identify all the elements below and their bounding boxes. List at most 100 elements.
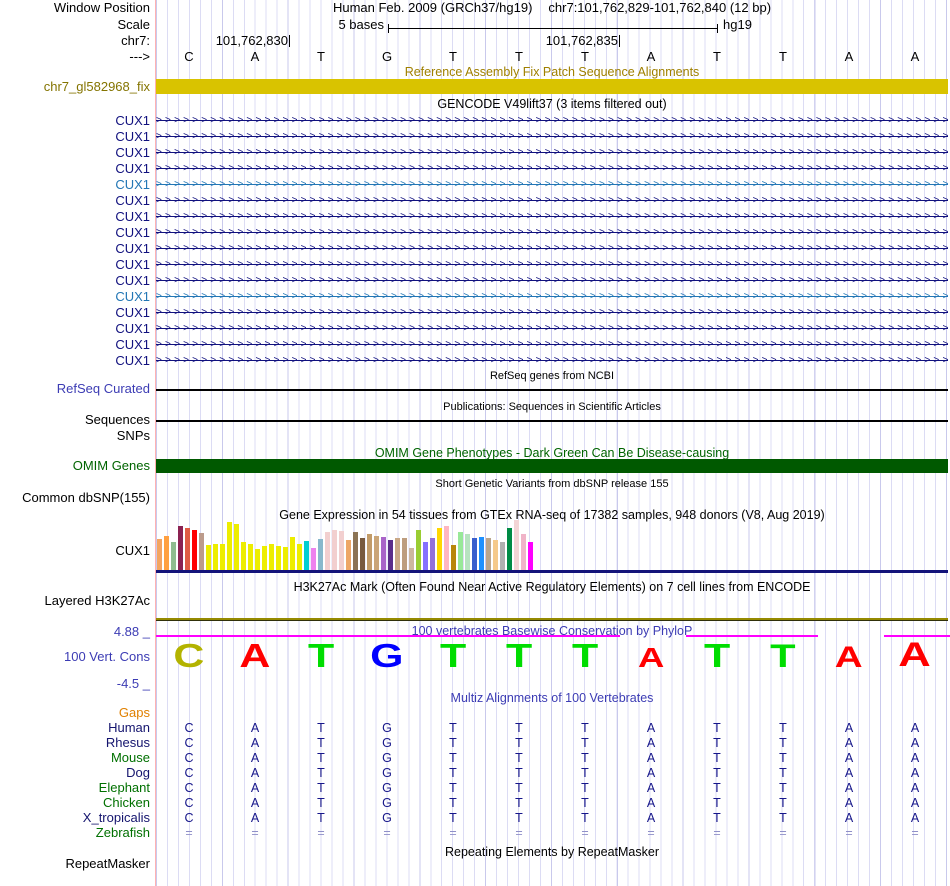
gtex-expression-bar[interactable] [171,542,176,570]
gencode-gene-label[interactable]: CUX1 [0,242,150,256]
gtex-expression-bar[interactable] [423,542,428,570]
gtex-expression-bar[interactable] [339,531,344,570]
omim-gene-bar[interactable] [156,459,948,473]
gtex-gene-label[interactable]: CUX1 [0,544,150,558]
gtex-expression-bar[interactable] [479,537,484,570]
multiz-species-label[interactable]: Dog [0,766,150,780]
gencode-transcript-row[interactable]: >>>>>>>>>>>>>>>>>>>>>>>>>>>>>>>>>>>>>>>>… [156,146,948,159]
gtex-expression-bar[interactable] [290,537,295,570]
gtex-expression-bar[interactable] [528,542,533,570]
gencode-gene-label[interactable]: CUX1 [0,354,150,368]
multiz-species-label[interactable]: Chicken [0,796,150,810]
gtex-expression-bar[interactable] [367,534,372,570]
gtex-expression-bar[interactable] [353,532,358,570]
multiz-species-label[interactable]: Mouse [0,751,150,765]
gtex-expression-bar[interactable] [213,544,218,570]
gtex-expression-bar[interactable] [381,537,386,570]
gtex-expression-bar[interactable] [437,528,442,570]
gtex-expression-bar[interactable] [360,538,365,570]
gtex-expression-bar[interactable] [402,538,407,570]
gencode-transcript-row[interactable]: >>>>>>>>>>>>>>>>>>>>>>>>>>>>>>>>>>>>>>>>… [156,354,948,367]
gtex-expression-bar[interactable] [255,549,260,570]
gtex-expression-bar[interactable] [199,533,204,570]
fix-patch-alignment-bar[interactable] [156,79,948,94]
gtex-expression-bar[interactable] [206,545,211,570]
publications-sequence-line[interactable] [156,420,948,422]
snps-track-label[interactable]: SNPs [0,429,150,443]
gencode-transcript-row[interactable]: >>>>>>>>>>>>>>>>>>>>>>>>>>>>>>>>>>>>>>>>… [156,178,948,191]
gtex-expression-bar[interactable] [465,534,470,570]
gtex-expression-bar[interactable] [507,528,512,570]
gtex-expression-bar[interactable] [227,522,232,570]
gtex-expression-bar[interactable] [409,548,414,570]
gtex-expression-bar[interactable] [192,530,197,570]
gencode-transcript-row[interactable]: >>>>>>>>>>>>>>>>>>>>>>>>>>>>>>>>>>>>>>>>… [156,322,948,335]
gtex-expression-bar[interactable] [472,538,477,570]
gencode-transcript-row[interactable]: >>>>>>>>>>>>>>>>>>>>>>>>>>>>>>>>>>>>>>>>… [156,290,948,303]
multiz-species-label[interactable]: Rhesus [0,736,150,750]
gtex-expression-bar[interactable] [444,526,449,570]
gtex-expression-bar[interactable] [157,539,162,570]
h3k27ac-track-label[interactable]: Layered H3K27Ac [0,594,150,608]
gencode-gene-label[interactable]: CUX1 [0,210,150,224]
multiz-species-label[interactable]: Zebrafish [0,826,150,840]
gtex-expression-bar[interactable] [185,528,190,570]
phylop-track-label[interactable]: 100 Vert. Cons [0,650,150,664]
gtex-expression-bar[interactable] [332,530,337,570]
gencode-gene-label[interactable]: CUX1 [0,162,150,176]
gtex-expression-bar[interactable] [493,540,498,570]
gencode-transcript-row[interactable]: >>>>>>>>>>>>>>>>>>>>>>>>>>>>>>>>>>>>>>>>… [156,338,948,351]
gtex-expression-bar[interactable] [178,526,183,570]
omim-track-label[interactable]: OMIM Genes [0,459,150,473]
gtex-expression-bar[interactable] [514,520,519,570]
fix-patch-track-label[interactable]: chr7_gl582968_fix [0,80,150,94]
gencode-gene-label[interactable]: CUX1 [0,130,150,144]
gtex-expression-bar[interactable] [388,540,393,570]
gencode-transcript-row[interactable]: >>>>>>>>>>>>>>>>>>>>>>>>>>>>>>>>>>>>>>>>… [156,258,948,271]
gtex-expression-bar[interactable] [458,532,463,570]
gencode-transcript-row[interactable]: >>>>>>>>>>>>>>>>>>>>>>>>>>>>>>>>>>>>>>>>… [156,194,948,207]
gtex-expression-bar[interactable] [304,541,309,570]
gtex-expression-bar[interactable] [416,530,421,570]
gtex-expression-bar[interactable] [451,545,456,570]
gencode-gene-label[interactable]: CUX1 [0,194,150,208]
gencode-gene-label[interactable]: CUX1 [0,338,150,352]
gencode-transcript-row[interactable]: >>>>>>>>>>>>>>>>>>>>>>>>>>>>>>>>>>>>>>>>… [156,242,948,255]
gtex-expression-bar[interactable] [241,542,246,570]
gtex-expression-bar[interactable] [430,538,435,570]
gencode-gene-label[interactable]: CUX1 [0,146,150,160]
gtex-expression-bar[interactable] [234,524,239,570]
gencode-transcript-row[interactable]: >>>>>>>>>>>>>>>>>>>>>>>>>>>>>>>>>>>>>>>>… [156,306,948,319]
gencode-gene-label[interactable]: CUX1 [0,306,150,320]
gencode-gene-label[interactable]: CUX1 [0,226,150,240]
gtex-expression-bar[interactable] [325,532,330,570]
multiz-species-label[interactable]: X_tropicalis [0,811,150,825]
gtex-expression-bar[interactable] [269,544,274,570]
publications-track-label[interactable]: Sequences [0,413,150,427]
gtex-expression-bar[interactable] [248,544,253,570]
gencode-transcript-row[interactable]: >>>>>>>>>>>>>>>>>>>>>>>>>>>>>>>>>>>>>>>>… [156,130,948,143]
gencode-gene-label[interactable]: CUX1 [0,322,150,336]
gtex-expression-bar[interactable] [346,540,351,570]
gencode-gene-label[interactable]: CUX1 [0,114,150,128]
gencode-transcript-row[interactable]: >>>>>>>>>>>>>>>>>>>>>>>>>>>>>>>>>>>>>>>>… [156,210,948,223]
gencode-transcript-row[interactable]: >>>>>>>>>>>>>>>>>>>>>>>>>>>>>>>>>>>>>>>>… [156,226,948,239]
gtex-expression-bar[interactable] [164,536,169,570]
gtex-expression-bar[interactable] [311,548,316,570]
gtex-expression-bar[interactable] [283,547,288,570]
strand-direction-label[interactable]: ---> [0,50,150,64]
gtex-expression-bar[interactable] [220,544,225,570]
gtex-expression-bar[interactable] [318,539,323,570]
gtex-expression-bar[interactable] [297,544,302,570]
multiz-species-label[interactable]: Human [0,721,150,735]
gtex-expression-bar[interactable] [500,542,505,570]
repeatmasker-track-label[interactable]: RepeatMasker [0,857,150,871]
refseq-track-label[interactable]: RefSeq Curated [0,382,150,396]
gencode-gene-label[interactable]: CUX1 [0,290,150,304]
gencode-transcript-row[interactable]: >>>>>>>>>>>>>>>>>>>>>>>>>>>>>>>>>>>>>>>>… [156,274,948,287]
gencode-transcript-row[interactable]: >>>>>>>>>>>>>>>>>>>>>>>>>>>>>>>>>>>>>>>>… [156,162,948,175]
gtex-expression-bar[interactable] [521,534,526,570]
gtex-expression-bar[interactable] [374,536,379,570]
gencode-gene-label[interactable]: CUX1 [0,274,150,288]
gtex-expression-bar[interactable] [276,546,281,570]
